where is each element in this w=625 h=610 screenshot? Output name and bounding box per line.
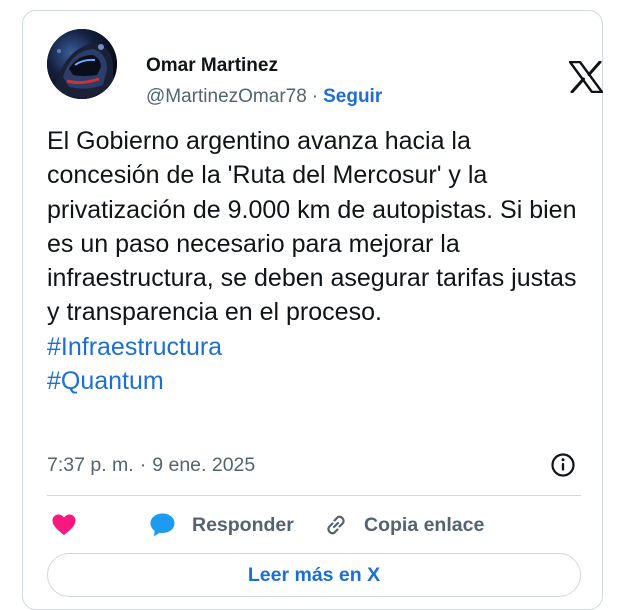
reply-bubble-icon xyxy=(150,513,175,537)
avatar[interactable] xyxy=(47,29,117,99)
copy-link-button[interactable]: Copia enlace xyxy=(323,507,484,543)
hashtag-link[interactable]: #Infraestructura xyxy=(47,330,587,364)
author-handle[interactable]: @MartinezOmar78 xyxy=(146,86,307,107)
separator-dot: · xyxy=(311,86,319,107)
tweet-card: Omar Martinez @MartinezOmar78 · Seguir El … xyxy=(22,10,604,610)
x-logo-icon[interactable] xyxy=(568,60,604,94)
tweet-actions: Responder Copia enlace xyxy=(47,507,581,543)
author-handle-row: @MartinezOmar78 · Seguir xyxy=(146,85,382,109)
link-icon xyxy=(327,515,345,535)
hashtag-link[interactable]: #Quantum xyxy=(47,364,587,398)
reply-button[interactable]: Responder xyxy=(149,507,294,543)
divider xyxy=(47,495,581,496)
profile-photo-icon xyxy=(47,29,117,99)
follow-button[interactable]: Seguir xyxy=(323,86,382,107)
reply-label: Responder xyxy=(192,513,294,536)
read-more-button[interactable]: Leer más en X xyxy=(47,553,581,597)
heart-icon xyxy=(52,514,76,535)
separator-dot: · xyxy=(139,454,147,476)
tweet-time: 7:37 p. m. xyxy=(47,454,134,476)
tweet-header: Omar Martinez @MartinezOmar78 · Seguir xyxy=(47,29,604,107)
tweet-date: 9 ene. 2025 xyxy=(152,454,256,476)
like-button[interactable] xyxy=(51,507,77,543)
copy-link-label: Copia enlace xyxy=(364,513,485,536)
tweet-text: El Gobierno argentino avanza hacia la co… xyxy=(47,124,587,398)
tweet-body: El Gobierno argentino avanza hacia la co… xyxy=(47,127,577,327)
info-icon[interactable] xyxy=(550,452,576,478)
tweet-timestamp[interactable]: 7:37 p. m. · 9 ene. 2025 xyxy=(47,452,255,478)
author-name[interactable]: Omar Martinez xyxy=(146,55,278,77)
